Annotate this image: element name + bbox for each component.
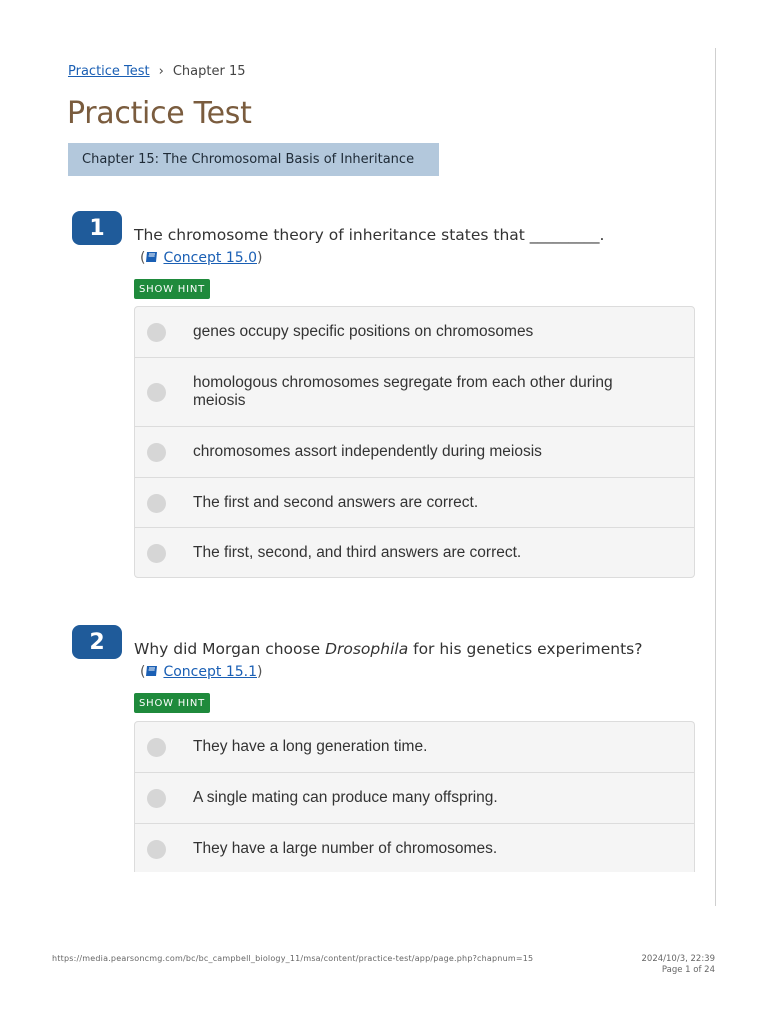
answer-text: A single mating can produce many offspri… — [193, 789, 498, 806]
radio-button[interactable] — [147, 323, 166, 342]
book-icon — [146, 666, 158, 676]
answer-option[interactable]: They have a large number of chromosomes. — [135, 823, 694, 872]
footer-timestamp: 2024/10/3, 22:39 — [641, 954, 715, 964]
question-number-badge: 2 — [72, 625, 122, 659]
radio-button[interactable] — [147, 738, 166, 757]
answer-option[interactable]: genes occupy specific positions on chrom… — [135, 307, 694, 357]
answer-list: genes occupy specific positions on chrom… — [134, 306, 695, 578]
radio-button[interactable] — [147, 543, 166, 563]
concept-reference: (Concept 15.1) — [140, 664, 263, 680]
radio-button[interactable] — [147, 493, 166, 513]
footer-page-number: Page 1 of 24 — [661, 965, 715, 975]
question-number-badge: 1 — [72, 211, 122, 245]
radio-button[interactable] — [147, 789, 166, 808]
book-icon — [146, 252, 158, 262]
concept-reference: (Concept 15.0) — [140, 250, 263, 266]
show-hint-button[interactable]: SHOW HINT — [134, 693, 211, 713]
concept-link[interactable]: Concept 15.1 — [163, 664, 257, 680]
answer-option[interactable]: A single mating can produce many offspri… — [135, 772, 694, 823]
question-text: Why did Morgan choose Drosophila for his… — [134, 640, 642, 658]
page-divider — [715, 48, 716, 906]
radio-button[interactable] — [147, 383, 166, 402]
answer-text: genes occupy specific positions on chrom… — [193, 323, 534, 340]
answer-text: They have a long generation time. — [193, 738, 428, 755]
answer-text: homologous chromosomes segregate from ea… — [193, 374, 613, 409]
chapter-banner: Chapter 15: The Chromosomal Basis of Inh… — [68, 143, 439, 176]
breadcrumb-practice-test-link[interactable]: Practice Test — [68, 64, 150, 79]
answer-text: They have a large number of chromosomes. — [193, 839, 498, 857]
question-text-part: for his genetics experiments? — [408, 640, 643, 658]
chevron-right-icon: › — [158, 64, 164, 79]
answer-option[interactable]: homologous chromosomes segregate from ea… — [135, 357, 694, 426]
breadcrumb-current: Chapter 15 — [172, 64, 246, 79]
question-text-italic: Drosophila — [325, 640, 409, 658]
concept-link[interactable]: Concept 15.0 — [163, 250, 257, 266]
show-hint-button[interactable]: SHOW HINT — [134, 279, 211, 299]
question-text: The chromosome theory of inheritance sta… — [134, 226, 605, 244]
answer-text: chromosomes assort independently during … — [193, 443, 542, 460]
footer-meta: 2024/10/3, 22:39 Page 1 of 24 — [642, 954, 715, 976]
answer-option[interactable]: They have a long generation time. — [135, 722, 694, 772]
radio-button[interactable] — [147, 443, 166, 462]
answer-option[interactable]: chromosomes assort independently during … — [135, 426, 694, 477]
answer-list: They have a long generation time. A sing… — [134, 721, 695, 872]
answer-text: The first, second, and third answers are… — [193, 543, 522, 561]
radio-button[interactable] — [147, 839, 166, 859]
answer-option[interactable]: The first, second, and third answers are… — [135, 527, 694, 577]
answer-text: The first and second answers are correct… — [193, 493, 479, 511]
answer-option[interactable]: The first and second answers are correct… — [135, 477, 694, 527]
breadcrumb: Practice Test › Chapter 15 — [68, 64, 246, 79]
page-title: Practice Test — [67, 96, 252, 131]
footer-url: https://media.pearsoncmg.com/bc/bc_campb… — [52, 954, 534, 963]
question-text-part: Why did Morgan choose — [134, 640, 326, 658]
